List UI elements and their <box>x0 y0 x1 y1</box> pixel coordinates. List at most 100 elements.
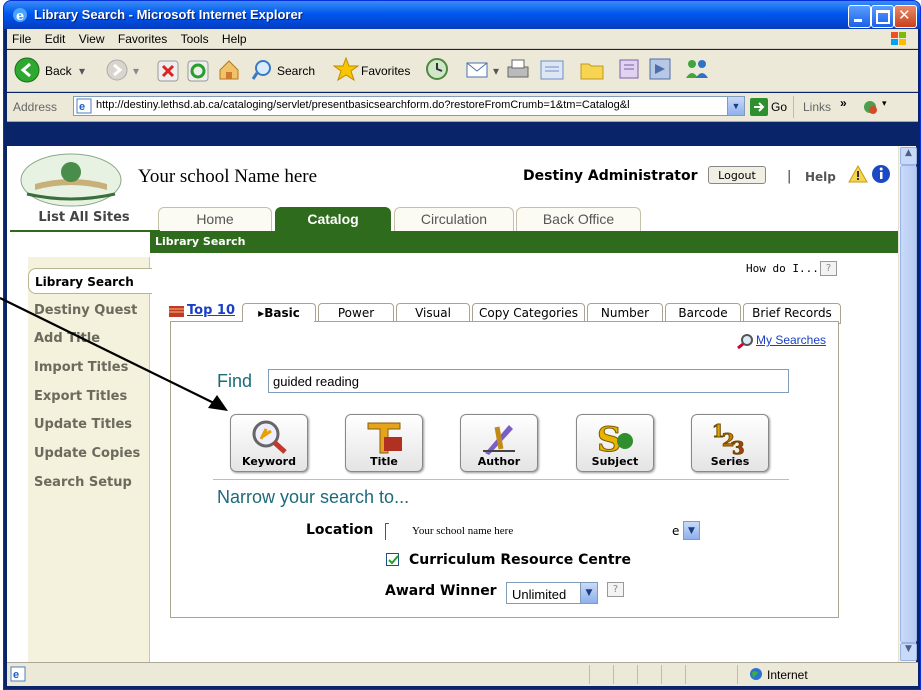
location-select-suffix[interactable]: e <box>672 524 679 538</box>
location-value: Your school name here <box>412 525 514 537</box>
info-icon[interactable] <box>871 164 891 184</box>
menu-help[interactable]: Help <box>222 32 247 46</box>
list-all-sites-link[interactable]: List All Sites <box>28 210 140 225</box>
close-button[interactable]: ✕ <box>894 5 917 28</box>
scroll-down-arrow[interactable]: ▼ <box>900 643 917 661</box>
ie-logo-icon: e <box>13 8 27 23</box>
internet-globe-icon <box>750 668 762 680</box>
subject-label: Subject <box>591 455 639 468</box>
home-icon[interactable] <box>217 58 241 82</box>
menu-favorites[interactable]: Favorites <box>118 32 167 46</box>
links-chevron-icon[interactable]: » <box>840 96 847 110</box>
history-icon[interactable] <box>425 57 449 81</box>
favorites-star-icon[interactable] <box>333 56 359 82</box>
links-label[interactable]: Links <box>803 100 831 114</box>
author-search-button[interactable]: Author <box>460 414 538 472</box>
mail-icon[interactable] <box>465 57 491 83</box>
how-do-i-help-icon[interactable]: ? <box>820 261 837 276</box>
scroll-thumb[interactable] <box>900 165 917 643</box>
stop-icon[interactable] <box>157 60 179 82</box>
scroll-up-arrow[interactable]: ▲ <box>900 147 917 165</box>
extra-dropdown-arrow[interactable]: ▾ <box>882 98 887 109</box>
series-label: Series <box>710 455 750 468</box>
warning-icon[interactable] <box>848 165 868 183</box>
svg-text:e: e <box>16 9 24 23</box>
favorites-button-label[interactable]: Favorites <box>361 64 410 78</box>
keyword-search-button[interactable]: Keyword <box>230 414 308 472</box>
research-icon[interactable] <box>617 56 643 82</box>
crc-checkbox[interactable] <box>386 553 399 566</box>
svg-text:e: e <box>13 669 19 681</box>
menu-bar: File Edit View Favorites Tools Help <box>7 29 918 49</box>
help-link[interactable]: Help <box>805 170 836 184</box>
menu-edit[interactable]: Edit <box>45 32 66 46</box>
crc-label: Curriculum Resource Centre <box>409 552 631 568</box>
sidebar-item-search-setup[interactable]: Search Setup <box>34 475 132 490</box>
address-label: Address <box>13 100 58 114</box>
location-dropdown-arrow[interactable]: ▼ <box>683 521 700 540</box>
menu-file[interactable]: File <box>12 32 31 46</box>
subject-icon: S <box>597 420 633 455</box>
subject-search-button[interactable]: S Subject <box>576 414 654 472</box>
breadcrumb[interactable]: Library Search <box>155 235 246 248</box>
series-icon: 123 <box>712 421 746 456</box>
logout-button[interactable]: Logout <box>708 166 766 184</box>
menu-tools[interactable]: Tools <box>181 32 209 46</box>
address-bar: Address e http://destiny.lethsd.ab.ca/ca… <box>7 93 918 122</box>
award-dropdown-arrow[interactable]: ▼ <box>580 583 597 603</box>
check-icon <box>388 555 399 565</box>
keyword-icon <box>252 420 287 454</box>
tab-back-office[interactable]: Back Office <box>516 207 641 232</box>
back-arrow-icon[interactable] <box>13 56 41 84</box>
minimize-button[interactable] <box>848 5 871 28</box>
admin-name: Destiny Administrator <box>523 168 698 184</box>
breadcrumb-bar: Library Search <box>150 231 898 253</box>
my-searches-link[interactable]: My Searches <box>756 333 826 347</box>
keyword-label: Keyword <box>242 455 296 468</box>
tab-basic-label: Basic <box>264 306 300 320</box>
status-bar: e Internet <box>7 662 918 686</box>
forward-arrow-icon[interactable] <box>105 58 129 82</box>
go-button-label[interactable]: Go <box>771 100 787 114</box>
title-bar[interactable]: e Library Search - Microsoft Internet Ex… <box>4 1 920 29</box>
go-arrow-icon[interactable] <box>750 98 768 116</box>
sidebar-item-update-copies[interactable]: Update Copies <box>34 446 140 461</box>
award-winner-select[interactable]: Unlimited ▼ <box>506 582 598 604</box>
title-search-button[interactable]: Title <box>345 414 423 472</box>
tab-circulation[interactable]: Circulation <box>394 207 514 232</box>
award-winner-value: Unlimited <box>512 587 567 602</box>
award-help-icon[interactable]: ? <box>607 582 624 597</box>
my-searches-magnifier-icon[interactable] <box>737 333 755 349</box>
series-search-button[interactable]: 123 Series <box>691 414 769 472</box>
author-label: Author <box>477 455 521 468</box>
tab-catalog[interactable]: Catalog <box>275 207 391 232</box>
menu-view[interactable]: View <box>79 32 105 46</box>
award-winner-label: Award Winner <box>385 583 497 599</box>
print-icon[interactable] <box>505 57 531 83</box>
messenger-icon[interactable] <box>683 56 711 82</box>
folder-icon[interactable] <box>579 58 605 82</box>
address-dropdown-arrow[interactable]: ▼ <box>727 97 744 115</box>
media-icon[interactable] <box>647 56 673 82</box>
toolbar-extra-icon[interactable] <box>861 98 879 116</box>
find-input[interactable]: guided reading <box>268 369 789 393</box>
tab-home[interactable]: Home <box>158 207 272 232</box>
annotation-arrow <box>0 297 228 411</box>
page-status-icon: e <box>10 666 26 682</box>
title-label: Title <box>370 455 398 468</box>
how-do-i-link[interactable]: How do I... <box>746 262 819 275</box>
search-button-label[interactable]: Search <box>277 64 315 78</box>
window-title: Library Search - Microsoft Internet Expl… <box>34 7 303 22</box>
vertical-scrollbar[interactable]: ▲ ▼ <box>898 146 917 662</box>
search-icon[interactable] <box>251 58 275 82</box>
back-button-label[interactable]: Back <box>45 64 72 78</box>
address-input[interactable]: e http://destiny.lethsd.ab.ca/cataloging… <box>73 96 745 116</box>
edit-icon[interactable] <box>539 58 565 82</box>
refresh-icon[interactable] <box>187 60 209 82</box>
zone-label: Internet <box>767 668 808 682</box>
toolbar: Back ▾ ▾ Search Favorites ▾ <box>7 50 918 92</box>
school-logo <box>20 153 122 207</box>
windows-flag-icon <box>891 32 906 45</box>
title-icon <box>367 422 402 454</box>
maximize-button[interactable] <box>871 5 894 28</box>
